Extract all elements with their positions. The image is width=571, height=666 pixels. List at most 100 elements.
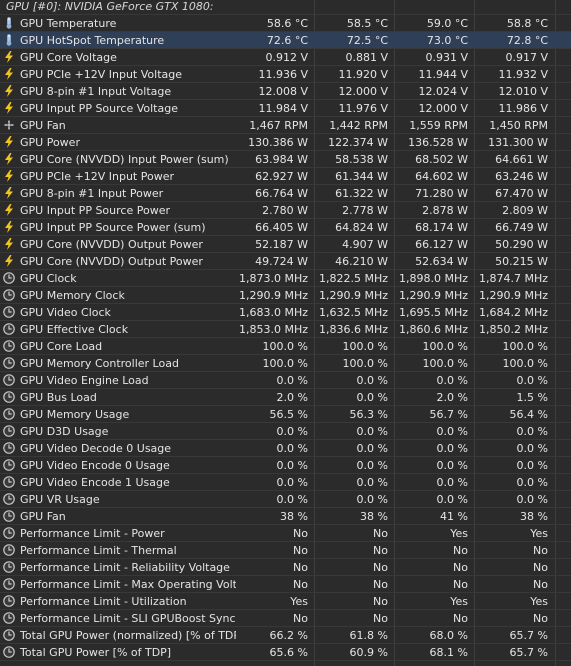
lightning-icon [3, 238, 15, 250]
current-value: 2.0 % [276, 391, 308, 404]
sensor-name-cell: GPU Core (NVVDD) Output Power [0, 253, 236, 269]
minimum-value: 11.976 V [338, 102, 388, 115]
sensor-row[interactable]: GPU VR Usage 0.0 % 0.0 % 0.0 % 0.0 % [0, 491, 571, 508]
sensor-name-cell: Performance Limit - Thermal [0, 542, 236, 558]
maximum-value: 0.0 % [436, 476, 468, 489]
current-value: 62.927 W [255, 170, 308, 183]
clock-icon [3, 272, 15, 284]
sensor-row[interactable]: Performance Limit - Reliability Voltage N… [0, 559, 571, 576]
average-value: No [533, 544, 548, 557]
sensor-row[interactable]: GPU D3D Usage 0.0 % 0.0 % 0.0 % 0.0 % [0, 423, 571, 440]
minimum-value: 100.0 % [342, 340, 388, 353]
sensor-row[interactable]: GPU Fan 1,467 RPM 1,442 RPM 1,559 RPM 1,450 … [0, 117, 571, 134]
clock-icon [3, 391, 15, 403]
sensor-label: GPU Video Encode 1 Usage [20, 476, 170, 489]
sensor-label: GPU Core Load [20, 340, 103, 353]
sensor-name-cell: GPU 8-pin #1 Input Power [0, 185, 236, 201]
minimum-value: 0.0 % [356, 493, 388, 506]
sensor-row[interactable]: GPU Memory Clock 1,290.9 MHz 1,290.9 MHz 1,… [0, 287, 571, 304]
minimum-value: 4.907 W [342, 238, 388, 251]
sensor-row[interactable]: GPU Core Voltage 0.912 V 0.881 V 0.931 V 0.9… [0, 49, 571, 66]
sensor-row[interactable]: GPU Memory Controller Load 100.0 % 100.0 %… [0, 355, 571, 372]
sensor-row[interactable]: GPU Video Decode 0 Usage 0.0 % 0.0 % 0.0 % 0… [0, 440, 571, 457]
sensor-row[interactable]: GPU PCIe +12V Input Voltage 11.936 V 11.92… [0, 66, 571, 83]
sensor-name-cell: GPU HotSpot Temperature [0, 32, 236, 48]
maximum-value: 2.0 % [436, 391, 468, 404]
current-value: 0.0 % [276, 493, 308, 506]
sensor-row[interactable]: GPU Input PP Source Power (sum) 66.405 W 6… [0, 219, 571, 236]
group-header[interactable]: GPU [#0]: NVIDIA GeForce GTX 1080: [0, 0, 571, 15]
lightning-icon [3, 255, 15, 267]
sensor-row[interactable]: GPU 8-pin #1 Input Voltage 12.008 V 12.000… [0, 83, 571, 100]
sensor-name-cell: GPU Video Engine Load [0, 372, 236, 388]
current-value: 0.0 % [276, 374, 308, 387]
sensor-row[interactable]: Performance Limit - SLI GPUBoost Sync No N… [0, 610, 571, 627]
sensor-row[interactable]: GPU Video Clock 1,683.0 MHz 1,632.5 MHz 1,6… [0, 304, 571, 321]
sensor-row[interactable]: GPU Input PP Source Power 2.780 W 2.778 W 2… [0, 202, 571, 219]
sensor-row[interactable]: Performance Limit - Utilization Yes No Yes Y… [0, 593, 571, 610]
sensor-row[interactable]: GPU 8-pin #1 Input Power 66.764 W 61.322 W… [0, 185, 571, 202]
sensor-row[interactable]: GPU Effective Clock 1,853.0 MHz 1,836.6 MH… [0, 321, 571, 338]
sensor-row[interactable]: GPU Core (NVVDD) Output Power 49.724 W 46.… [0, 253, 571, 270]
sensor-row[interactable]: GPU Video Encode 0 Usage 0.0 % 0.0 % 0.0 % 0… [0, 457, 571, 474]
lightning-icon [3, 153, 15, 165]
current-value: 66.2 % [269, 629, 308, 642]
clock-icon [3, 425, 15, 437]
average-value: 0.0 % [516, 476, 548, 489]
sensor-row[interactable]: GPU Core Load 100.0 % 100.0 % 100.0 % 100.0 … [0, 338, 571, 355]
maximum-value: 1,559 RPM [409, 119, 468, 132]
sensor-row[interactable]: GPU HotSpot Temperature 72.6 °C 72.5 °C 73.… [0, 32, 571, 49]
lightning-icon [3, 170, 15, 182]
maximum-value: 71.280 W [415, 187, 468, 200]
sensor-row[interactable]: GPU Bus Load 2.0 % 0.0 % 2.0 % 1.5 % [0, 389, 571, 406]
average-value: 0.0 % [516, 493, 548, 506]
sensor-table: GPU [#0]: NVIDIA GeForce GTX 1080: GPU T… [0, 0, 571, 666]
sensor-label: GPU Clock [20, 272, 77, 285]
group-header-label: GPU [#0]: NVIDIA GeForce GTX 1080: [6, 0, 214, 13]
minimum-value: 0.0 % [356, 476, 388, 489]
sensor-label: GPU Video Encode 0 Usage [20, 459, 170, 472]
clock-icon [3, 289, 15, 301]
current-value: 65.6 % [269, 646, 308, 659]
sensor-row[interactable]: Total GPU Power (normalized) [% of TDP] 6… [0, 627, 571, 644]
sensor-row[interactable]: Performance Limit - Max Operating Voltag… [0, 576, 571, 593]
sensor-row[interactable]: GPU Core (NVVDD) Output Power 52.187 W 4.9… [0, 236, 571, 253]
sensor-row[interactable]: GPU Video Engine Load 0.0 % 0.0 % 0.0 % 0.0 … [0, 372, 571, 389]
maximum-value: 1,290.9 MHz [398, 289, 468, 302]
sensor-name-cell: GPU Input PP Source Power (sum) [0, 219, 236, 235]
clock-icon [3, 357, 15, 369]
sensor-label: GPU Power [20, 136, 80, 149]
sensor-row[interactable]: GPU Core (NVVDD) Input Power (sum) 63.984… [0, 151, 571, 168]
sensor-label: GPU Core (NVVDD) Output Power [20, 255, 203, 268]
sensor-row[interactable]: GPU Temperature 58.6 °C 58.5 °C 59.0 °C 58.8… [0, 15, 571, 32]
sensor-row[interactable]: Total GPU Power [% of TDP] 65.6 % 60.9 % 68… [0, 644, 571, 661]
average-value: Yes [530, 527, 548, 540]
minimum-value: 122.374 W [328, 136, 388, 149]
minimum-value: 60.9 % [349, 646, 388, 659]
sensor-row[interactable]: GPU Clock 1,873.0 MHz 1,822.5 MHz 1,898.0 M… [0, 270, 571, 287]
minimum-value: 61.344 W [335, 170, 388, 183]
maximum-value: 68.0 % [429, 629, 468, 642]
sensor-row[interactable]: GPU PCIe +12V Input Power 62.927 W 61.344 … [0, 168, 571, 185]
sensor-row[interactable]: GPU Video Encode 1 Usage 0.0 % 0.0 % 0.0 % 0… [0, 474, 571, 491]
sensor-row[interactable]: GPU Memory Usage 56.5 % 56.3 % 56.7 % 56.4 % [0, 406, 571, 423]
clock-icon [3, 340, 15, 352]
current-value: 100.0 % [262, 357, 308, 370]
sensor-label: Performance Limit - Thermal [20, 544, 177, 557]
sensor-label: GPU Memory Clock [20, 289, 125, 302]
clock-icon [3, 578, 15, 590]
sensor-row[interactable]: GPU Power 130.386 W 122.374 W 136.528 W 131.… [0, 134, 571, 151]
sensor-row[interactable]: Performance Limit - Power No No Yes Yes [0, 525, 571, 542]
maximum-value: Yes [450, 595, 468, 608]
sensor-name-cell: GPU Memory Clock [0, 287, 236, 303]
average-value: 1,874.7 MHz [478, 272, 548, 285]
sensor-name-cell: Performance Limit - Reliability Voltage [0, 559, 236, 575]
sensor-row[interactable]: GPU Input PP Source Voltage 11.984 V 11.97… [0, 100, 571, 117]
average-value: Yes [530, 595, 548, 608]
sensor-row[interactable]: Performance Limit - Thermal No No No No [0, 542, 571, 559]
current-value: Yes [290, 595, 308, 608]
current-value: No [293, 527, 308, 540]
minimum-value: 11.920 V [338, 68, 388, 81]
sensor-row[interactable]: GPU Fan 38 % 38 % 41 % 38 % [0, 508, 571, 525]
current-value: 1,873.0 MHz [238, 272, 308, 285]
